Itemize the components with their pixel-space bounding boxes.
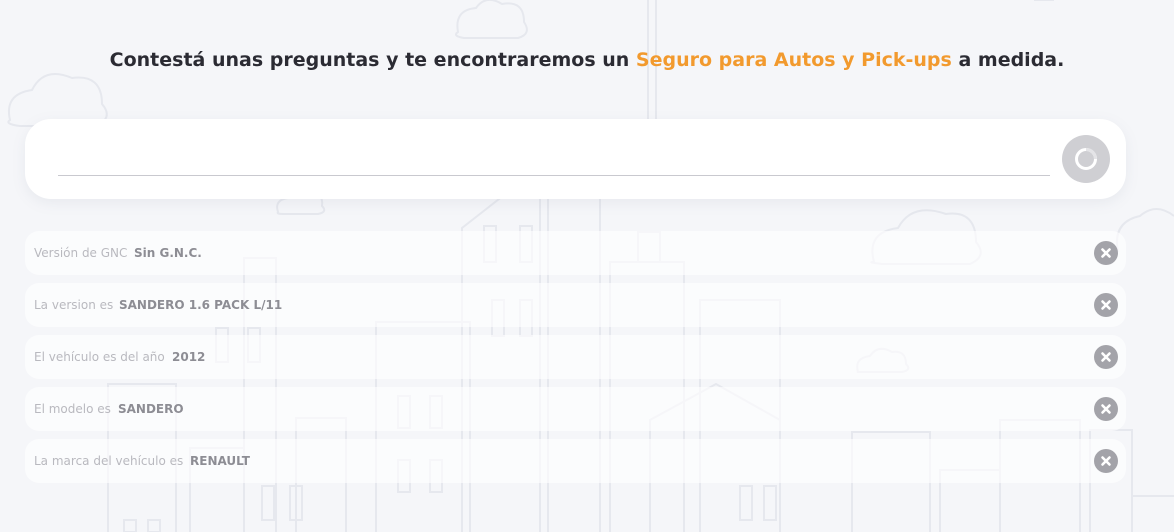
answer-value: 2012 (172, 350, 206, 364)
close-icon (1100, 247, 1112, 259)
answer-row-model: El modelo es SANDERO (25, 387, 1126, 431)
question-label: La version es (34, 298, 114, 312)
remove-answer-button[interactable] (1094, 449, 1118, 473)
answer-value: RENAULT (190, 454, 250, 468)
close-icon (1100, 299, 1112, 311)
close-icon (1100, 455, 1112, 467)
loading-ring-icon (1073, 146, 1099, 172)
title-text-end: a medida. (951, 49, 1065, 71)
submit-button[interactable] (1062, 135, 1110, 183)
question-label: El vehículo es del año (34, 350, 165, 364)
remove-answer-button[interactable] (1094, 241, 1118, 265)
question-label: La marca del vehículo es (34, 454, 184, 468)
page-title: Contestá unas preguntas y te encontrarem… (0, 49, 1174, 71)
answer-input-card (25, 119, 1126, 199)
answer-row-gnc: Versión de GNC Sin G.N.C. (25, 231, 1126, 275)
remove-answer-button[interactable] (1094, 345, 1118, 369)
question-label: Versión de GNC (34, 246, 128, 260)
answer-input[interactable] (58, 145, 1050, 176)
close-icon (1100, 403, 1112, 415)
answer-value: SANDERO 1.6 PACK L/11 (119, 298, 283, 312)
title-highlight: Seguro para Autos y Pick-ups (635, 49, 952, 71)
answer-value: SANDERO (118, 402, 184, 416)
title-text-start: Contestá unas preguntas y te encontrarem… (109, 49, 636, 71)
answer-row-brand: La marca del vehículo es RENAULT (25, 439, 1126, 483)
answer-value: Sin G.N.C. (134, 246, 202, 260)
close-icon (1100, 351, 1112, 363)
answer-row-version: La version es SANDERO 1.6 PACK L/11 (25, 283, 1126, 327)
question-label: El modelo es (34, 402, 111, 416)
remove-answer-button[interactable] (1094, 293, 1118, 317)
answer-row-year: El vehículo es del año 2012 (25, 335, 1126, 379)
remove-answer-button[interactable] (1094, 397, 1118, 421)
